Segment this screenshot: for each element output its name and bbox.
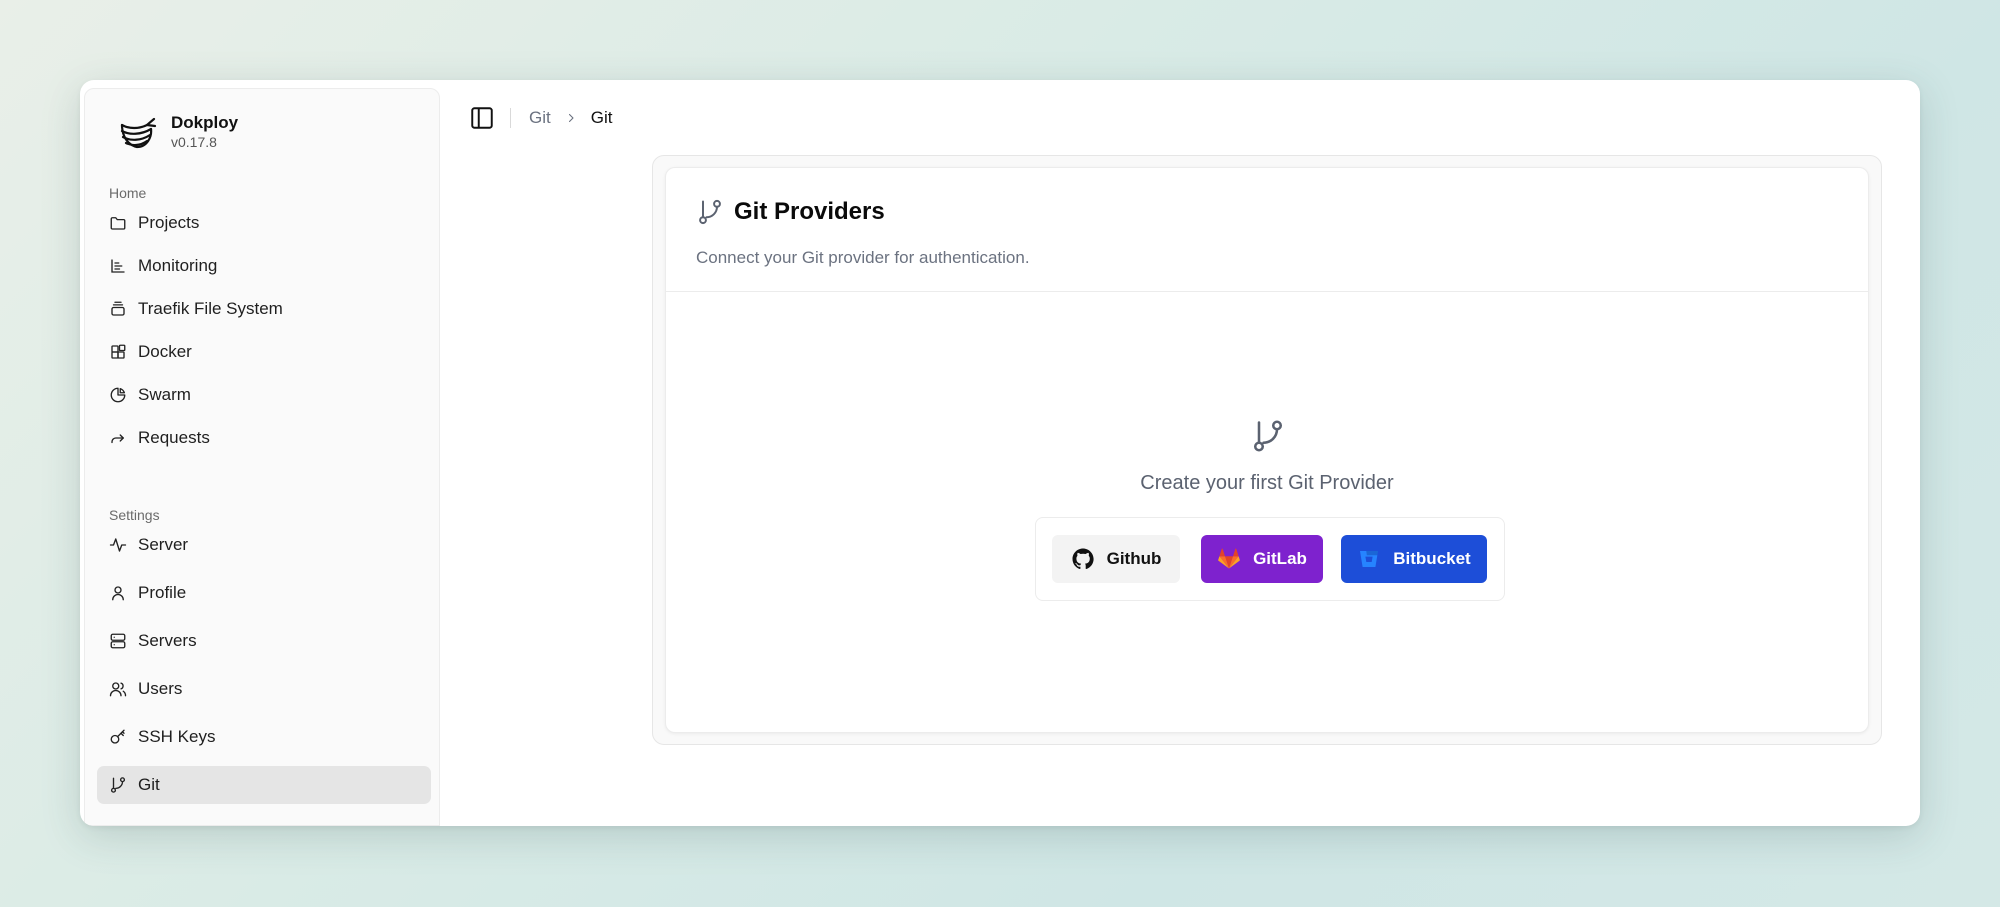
sidebar-item-label: Git <box>138 775 160 794</box>
github-icon <box>1072 548 1094 570</box>
sidebar-item-label: Profile <box>138 583 187 602</box>
page-description: Connect your Git provider for authentica… <box>696 248 1030 267</box>
card-header: Git Providers Connect your Git provider … <box>666 168 1868 292</box>
sidebar-item-label: Users <box>138 679 183 698</box>
sidebar: Dokploy v0.17.8 Home Projects Monitoring… <box>84 88 440 826</box>
chevron-right-icon <box>568 113 574 123</box>
bitbucket-button[interactable]: Bitbucket <box>1341 535 1487 583</box>
brand[interactable]: Dokploy v0.17.8 <box>117 111 238 153</box>
git-providers-card: Git Providers Connect your Git provider … <box>665 167 1869 733</box>
sidebar-item-label: Projects <box>138 213 200 232</box>
sidebar-item-users[interactable]: Users <box>97 670 431 708</box>
chart-icon <box>109 257 127 275</box>
pie-chart-icon <box>109 386 127 404</box>
sidebar-item-label: Servers <box>138 631 197 650</box>
page-title: Git Providers <box>734 198 885 225</box>
brand-name: Dokploy <box>171 113 239 132</box>
github-button[interactable]: Github <box>1052 535 1180 583</box>
gitlab-icon <box>1218 548 1240 569</box>
folder-icon <box>109 214 127 232</box>
server-icon <box>109 632 127 650</box>
sidebar-item-swarm[interactable]: Swarm <box>97 376 431 414</box>
breadcrumb-parent[interactable]: Git <box>529 108 551 128</box>
sidebar-item-docker[interactable]: Docker <box>97 333 431 371</box>
sidebar-item-profile[interactable]: Profile <box>97 574 431 612</box>
bitbucket-button-label: Bitbucket <box>1393 549 1471 568</box>
provider-button-group: Github GitLab Bitbucket <box>1035 517 1505 601</box>
github-button-label: Github <box>1106 549 1162 568</box>
panel-left-icon <box>471 107 493 129</box>
key-icon <box>109 728 127 746</box>
sidebar-toggle-button[interactable] <box>468 104 496 132</box>
sidebar-item-label: Docker <box>138 342 192 361</box>
app-window: Dokploy v0.17.8 Home Projects Monitoring… <box>80 80 1920 826</box>
git-branch-icon <box>699 199 721 225</box>
user-icon <box>109 584 127 602</box>
sidebar-item-server[interactable]: Server <box>97 526 431 564</box>
sidebar-item-label: Server <box>138 535 189 554</box>
gitlab-button-label: GitLab <box>1253 549 1307 568</box>
forward-icon <box>109 429 127 447</box>
sidebar-item-git[interactable]: Git <box>97 766 431 804</box>
home-section-label: Home <box>109 185 147 201</box>
sidebar-item-ssh-keys[interactable]: SSH Keys <box>97 718 431 756</box>
sidebar-item-label: SSH Keys <box>138 727 216 746</box>
activity-icon <box>109 536 127 554</box>
sidebar-item-requests[interactable]: Requests <box>97 419 431 457</box>
bitbucket-icon <box>1360 551 1379 567</box>
sidebar-item-label: Requests <box>138 428 210 447</box>
card-title: Git Providers <box>696 198 885 226</box>
sidebar-item-label: Traefik File System <box>138 299 283 318</box>
sidebar-item-traefik-file-system[interactable]: Traefik File System <box>97 290 431 328</box>
layers-icon <box>109 300 127 318</box>
breadcrumb-current: Git <box>590 108 613 127</box>
sidebar-item-servers[interactable]: Servers <box>97 622 431 660</box>
sidebar-item-monitoring[interactable]: Monitoring <box>97 247 431 285</box>
settings-section-label: Settings <box>109 507 160 523</box>
sidebar-item-label: Swarm <box>138 385 191 404</box>
git-branch-icon <box>109 776 127 794</box>
sidebar-item-projects[interactable]: Projects <box>97 204 431 242</box>
divider <box>510 108 511 128</box>
dokploy-logo-icon <box>120 117 157 149</box>
users-icon <box>109 680 127 698</box>
topbar: Git Git <box>468 102 612 134</box>
sidebar-item-label: Monitoring <box>138 256 218 275</box>
gitlab-button[interactable]: GitLab <box>1201 535 1323 583</box>
empty-state-text: Create your first Git Provider <box>1140 472 1394 494</box>
brand-version: v0.17.8 <box>171 134 217 150</box>
git-providers-panel: Git Providers Connect your Git provider … <box>652 155 1882 745</box>
git-branch-icon <box>1253 420 1283 452</box>
blocks-icon <box>109 343 127 361</box>
